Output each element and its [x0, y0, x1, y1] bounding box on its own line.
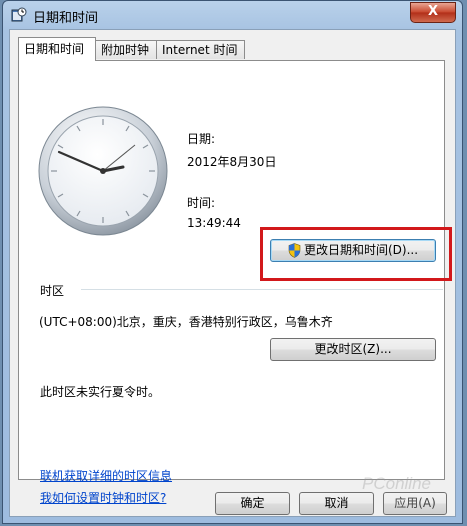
change-datetime-label: 更改日期和时间(D)... — [303, 243, 419, 257]
tab-panel: 日期: 2012年8月30日 时间: 13:49:44 更改日期和时间(D)..… — [18, 60, 452, 505]
title-bar[interactable]: 日期和时间 X — [3, 1, 462, 29]
time-value: 13:49:44 — [187, 216, 241, 230]
dst-note: 此时区未实行夏令时。 — [40, 385, 161, 399]
change-datetime-button[interactable]: 更改日期和时间(D)... — [270, 239, 436, 262]
section-divider — [81, 289, 443, 290]
window-title: 日期和时间 — [33, 11, 99, 26]
cancel-button[interactable]: 取消 — [299, 492, 374, 515]
dialog-window: 日期和时间 X 日期和时间 附加时钟 Internet 时间 日期: 2012年… — [2, 0, 463, 524]
timezone-value: (UTC+08:00)北京，重庆，香港特别行政区，乌鲁木齐 — [39, 315, 333, 329]
watermark-text: PConline — [362, 474, 431, 493]
date-label: 日期: — [187, 132, 216, 146]
clock-app-icon — [11, 7, 27, 22]
online-timezone-info-link[interactable]: 联机获取详细的时区信息 — [40, 467, 172, 484]
analog-clock — [38, 106, 168, 236]
timezone-section-label: 时区 — [40, 284, 65, 298]
close-button[interactable]: X — [410, 2, 456, 23]
tab-additional-clocks[interactable]: 附加时钟 — [95, 40, 157, 59]
tab-internet-time[interactable]: Internet 时间 — [156, 40, 245, 59]
change-timezone-button[interactable]: 更改时区(Z)... — [270, 338, 436, 361]
apply-button[interactable]: 应用(A) — [383, 492, 447, 515]
time-label: 时间: — [187, 196, 216, 210]
dialog-client: 日期和时间 附加时钟 Internet 时间 日期: 2012年8月30日 时间… — [9, 29, 456, 517]
tab-date-time[interactable]: 日期和时间 — [18, 37, 96, 61]
ok-button[interactable]: 确定 — [215, 492, 290, 515]
how-to-set-clock-link[interactable]: 我如何设置时钟和时区? — [40, 489, 166, 506]
uac-shield-icon — [288, 243, 301, 258]
date-value: 2012年8月30日 — [187, 155, 277, 169]
